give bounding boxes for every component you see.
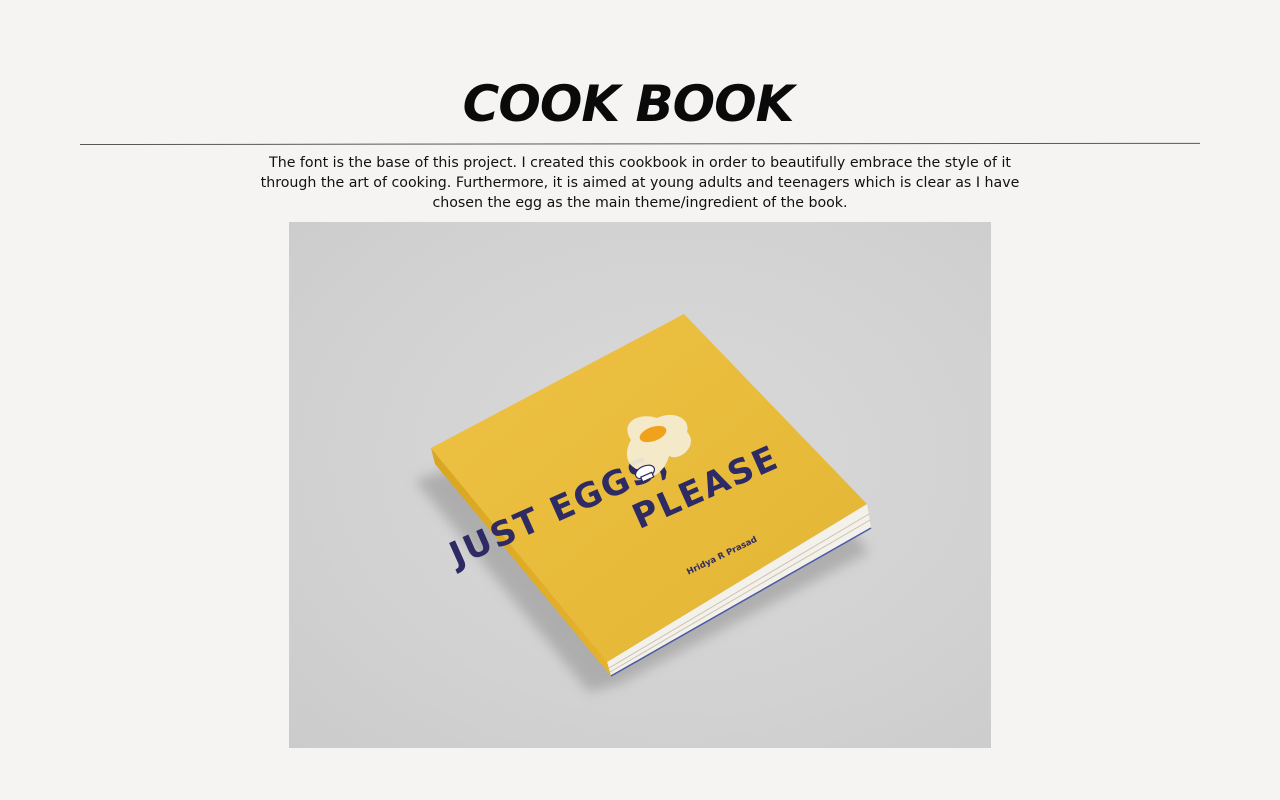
page-title: COOK BOOK	[462, 75, 795, 133]
title-divider	[79, 142, 1200, 145]
book-mockup-photo: JUST EGGS, PLEASE Hridya R Prasad	[289, 222, 991, 748]
book-mockup-illustration: JUST EGGS, PLEASE Hridya R Prasad	[415, 314, 872, 692]
project-description: The font is the base of this project. I …	[260, 155, 1020, 211]
